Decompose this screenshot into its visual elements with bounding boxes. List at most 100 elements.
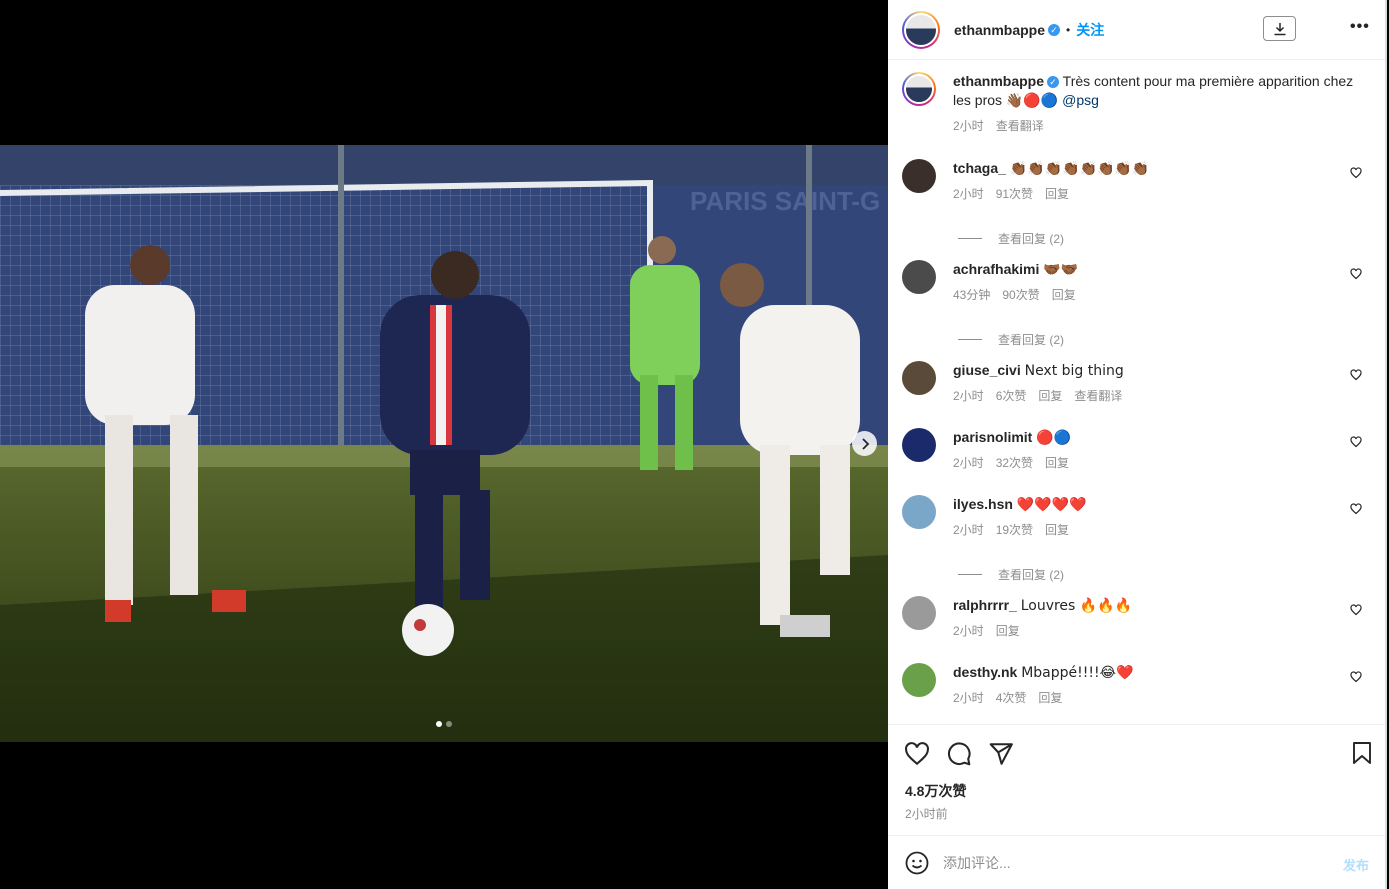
view-replies-label: 查看回复 (2) [998, 333, 1065, 347]
comment-bubble-icon[interactable] [946, 741, 972, 767]
comment-row: ralphrrrr_ Louvres 🔥🔥🔥 2小时 回复 [902, 596, 1372, 641]
comment-like-heart-icon[interactable] [1350, 369, 1362, 381]
comment-reply-link[interactable]: 回复 [1038, 387, 1062, 406]
separator-dot: • [1066, 22, 1071, 37]
download-button[interactable] [1263, 16, 1296, 41]
commenter-username[interactable]: giuse_civi [953, 362, 1021, 378]
commenter-avatar[interactable] [902, 260, 936, 294]
author-username[interactable]: ethanmbappe [954, 22, 1045, 38]
verified-badge-icon: ✓ [1048, 23, 1061, 36]
author-avatar[interactable] [902, 72, 936, 106]
commenter-username[interactable]: ilyes.hsn [953, 496, 1013, 512]
comment-like-count[interactable]: 32次赞 [996, 454, 1033, 473]
comment-time: 2小时 [953, 456, 984, 470]
comment-like-count[interactable]: 4次赞 [996, 689, 1027, 708]
follow-button[interactable]: 关注 [1076, 20, 1104, 40]
comment-text: Louvres 🔥🔥🔥 [1020, 598, 1133, 614]
caption-username[interactable]: ethanmbappe [953, 73, 1044, 89]
view-replies-button[interactable]: 查看回复 (2) [958, 331, 1064, 348]
commenter-username[interactable]: ralphrrrr_ [953, 597, 1017, 613]
author-avatar[interactable] [902, 10, 940, 49]
view-replies-label: 查看回复 (2) [998, 232, 1065, 246]
comment-text: Next big thing [1024, 363, 1124, 379]
comment-time: 43分钟 [953, 288, 991, 302]
comment-like-heart-icon[interactable] [1350, 671, 1362, 683]
media-area: PARIS SAINT-G [0, 0, 888, 889]
comment-like-heart-icon[interactable] [1350, 503, 1362, 515]
download-icon [1274, 22, 1285, 35]
comments-list: ethanmbappe ✓ Très content pour ma premiè… [888, 60, 1387, 724]
comment-like-heart-icon[interactable] [1350, 604, 1362, 616]
view-replies-button[interactable]: 查看回复 (2) [958, 566, 1064, 583]
comment-reply-link[interactable]: 回复 [1038, 689, 1062, 708]
post-header: ethanmbappe ✓ • 关注 ••• [888, 0, 1385, 60]
comment-text: 👏🏾👏🏾👏🏾👏🏾👏🏾👏🏾👏🏾👏🏾 [1009, 161, 1150, 177]
view-replies-label: 查看回复 (2) [998, 568, 1065, 582]
comment-time: 2小时 [953, 389, 984, 403]
more-options-icon[interactable]: ••• [1350, 18, 1370, 36]
comment-row: parisnolimit 🔴🔵 2小时 32次赞 回复 [902, 428, 1372, 473]
scrollbar[interactable] [1385, 0, 1387, 889]
commenter-username[interactable]: parisnolimit [953, 429, 1032, 445]
comment-like-count[interactable]: 6次赞 [996, 387, 1027, 406]
comment-reply-link[interactable]: 回复 [1052, 286, 1076, 305]
svg-text:PARIS SAINT-G: PARIS SAINT-G [690, 186, 880, 216]
caption-mention-link[interactable]: @psg [1062, 92, 1099, 108]
commenter-avatar[interactable] [902, 495, 936, 529]
caption-translate-link[interactable]: 查看翻译 [996, 117, 1044, 136]
caption-emojis: 👋🏾🔴🔵 [1005, 93, 1059, 109]
like-heart-icon[interactable] [904, 741, 930, 767]
commenter-username[interactable]: desthy.nk [953, 664, 1017, 680]
action-bar: 4.8万次赞 2小时前 [888, 724, 1387, 835]
share-send-icon[interactable] [988, 741, 1014, 767]
commenter-username[interactable]: tchaga_ [953, 160, 1006, 176]
comment-reply-link[interactable]: 回复 [1045, 521, 1069, 540]
post-comment-button[interactable]: 发布 [1343, 855, 1369, 874]
comment-text: Mbappé!!!!😂❤️ [1021, 665, 1134, 681]
commenter-username[interactable]: achrafhakimi [953, 261, 1039, 277]
comment-row: achrafhakimi 🤝🏾🤝🏾 43分钟 90次赞 回复 [902, 260, 1372, 305]
posted-time: 2小时前 [905, 807, 948, 821]
caption: ethanmbappe ✓ Très content pour ma premiè… [902, 72, 1372, 136]
comment-translate-link[interactable]: 查看翻译 [1074, 387, 1122, 406]
comment-reply-link[interactable]: 回复 [1045, 185, 1069, 204]
view-replies-button[interactable]: 查看回复 (2) [958, 230, 1064, 247]
verified-badge-icon: ✓ [1047, 76, 1060, 88]
comment-composer: 发布 [888, 835, 1387, 889]
replies-divider [958, 574, 982, 575]
commenter-avatar[interactable] [902, 663, 936, 697]
comment-time: 2小时 [953, 187, 984, 201]
comment-like-count[interactable]: 91次赞 [996, 185, 1033, 204]
comment-like-heart-icon[interactable] [1350, 268, 1362, 280]
comment-reply-link[interactable]: 回复 [996, 622, 1020, 641]
emoji-picker-icon[interactable] [905, 851, 929, 875]
commenter-avatar[interactable] [902, 596, 936, 630]
caption-time: 2小时 [953, 119, 984, 133]
carousel-dot [436, 721, 442, 727]
comment-reply-link[interactable]: 回复 [1045, 454, 1069, 473]
commenter-avatar[interactable] [902, 159, 936, 193]
post-modal: PARIS SAINT-G ethanmbappe ✓ • 关注 ••• eth… [0, 0, 1389, 889]
commenter-avatar[interactable] [902, 428, 936, 462]
carousel-dots [436, 721, 452, 727]
post-photo: PARIS SAINT-G [0, 145, 888, 742]
comment-time: 2小时 [953, 523, 984, 537]
comment-time: 2小时 [953, 691, 984, 705]
comment-input[interactable] [943, 854, 1323, 871]
replies-divider [958, 238, 982, 239]
comment-like-count[interactable]: 90次赞 [1002, 286, 1039, 305]
comment-like-heart-icon[interactable] [1350, 167, 1362, 179]
photo-illustration: PARIS SAINT-G [0, 145, 888, 742]
save-bookmark-icon[interactable] [1351, 741, 1373, 765]
comment-time: 2小时 [953, 624, 984, 638]
comment-like-count[interactable]: 19次赞 [996, 521, 1033, 540]
like-count[interactable]: 4.8万次赞 [905, 781, 966, 801]
carousel-dot [446, 721, 452, 727]
comment-text: 🤝🏾🤝🏾 [1043, 262, 1079, 278]
comment-like-heart-icon[interactable] [1350, 436, 1362, 448]
comment-row: desthy.nk Mbappé!!!!😂❤️ 2小时 4次赞 回复 [902, 663, 1372, 708]
comment-row: giuse_civi Next big thing 2小时 6次赞 回复 查看翻译 [902, 361, 1372, 406]
commenter-avatar[interactable] [902, 361, 936, 395]
carousel-next-button[interactable] [852, 431, 877, 456]
comment-text: ❤️❤️❤️❤️ [1016, 497, 1087, 513]
